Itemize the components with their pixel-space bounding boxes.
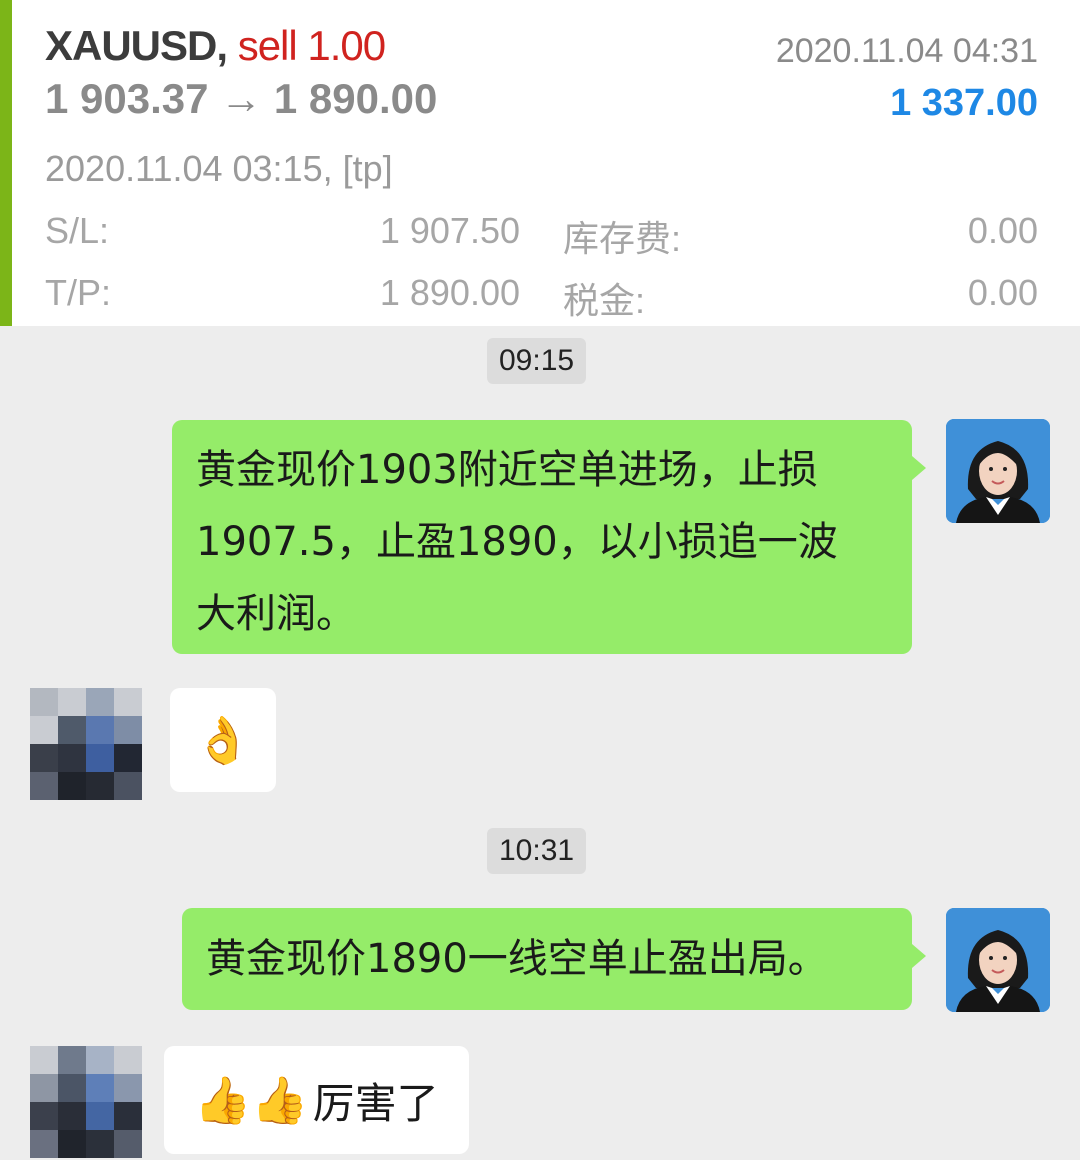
trade-accent-bar [0,0,12,326]
sl-label: S/L: [45,210,110,251]
message-1-line-1: 黄金现价1903附近空单进场，止损 [196,447,818,493]
message-1-line-3: 大利润。 [196,591,356,637]
swap-label: 库存费: [563,218,682,259]
trade-history-card[interactable]: XAUUSD, sell 1.00 1 903.37 → 1 890.00 20… [0,0,1080,326]
thumbs-up-icon: 👍 [251,1072,309,1127]
arrow-icon: → [220,75,263,122]
message-2-text: 黄金现价1890一线空单止盈出局。 [206,936,828,982]
trade-prices: 1 903.37 → 1 890.00 [45,75,437,123]
receiver-avatar-2[interactable] [30,1046,142,1158]
ok-hand-icon: 👌 [194,712,252,767]
reply-bubble-2[interactable]: 👍 👍 厉害了 [164,1046,469,1154]
trade-profit: 1 337.00 [890,82,1038,124]
tax-value: 0.00 [967,272,1038,313]
trade-title: XAUUSD, sell 1.00 [45,22,386,70]
message-bubble-2[interactable]: 黄金现价1890一线空单止盈出局。 [182,908,926,1010]
timestamp-1: 09:15 [487,338,587,384]
portrait-icon [946,419,1050,523]
trade-volume: 1.00 [307,22,386,69]
sl-value: 1 907.50 [379,210,520,251]
close-time: 2020.11.04 04:31 [775,32,1038,70]
message-1-line-2: 1907.5，止盈1890，以小损追一波 [196,519,838,565]
trade-side: sell [237,22,298,69]
tp-label: T/P: [45,272,112,313]
trade-symbol: XAUUSD [45,22,217,69]
reply-2-text: 厉害了 [312,1078,439,1128]
message-bubble-1[interactable]: 黄金现价1903附近空单进场，止损 1907.5，止盈1890，以小损追一波 大… [172,420,926,654]
receiver-avatar-1[interactable] [30,688,142,800]
tax-label: 税金: [563,280,646,321]
chat-area[interactable]: 09:15 黄金现价1903附近空单进场，止损 1907.5，止盈1890，以小… [0,326,1080,1160]
swap-value: 0.00 [967,210,1038,251]
timestamp-2: 10:31 [487,828,587,874]
thumbs-up-icon: 👍 [194,1072,252,1127]
open-price: 1 903.37 [45,75,209,122]
sender-avatar-2[interactable] [946,908,1050,1012]
reply-bubble-1[interactable]: 👌 [170,688,276,792]
tp-value: 1 890.00 [379,272,520,313]
trade-separator: , [216,22,228,69]
portrait-icon [946,908,1050,1012]
open-info: 2020.11.04 03:15, [tp] [45,148,393,189]
sender-avatar-1[interactable] [946,419,1050,523]
close-price: 1 890.00 [273,75,438,122]
